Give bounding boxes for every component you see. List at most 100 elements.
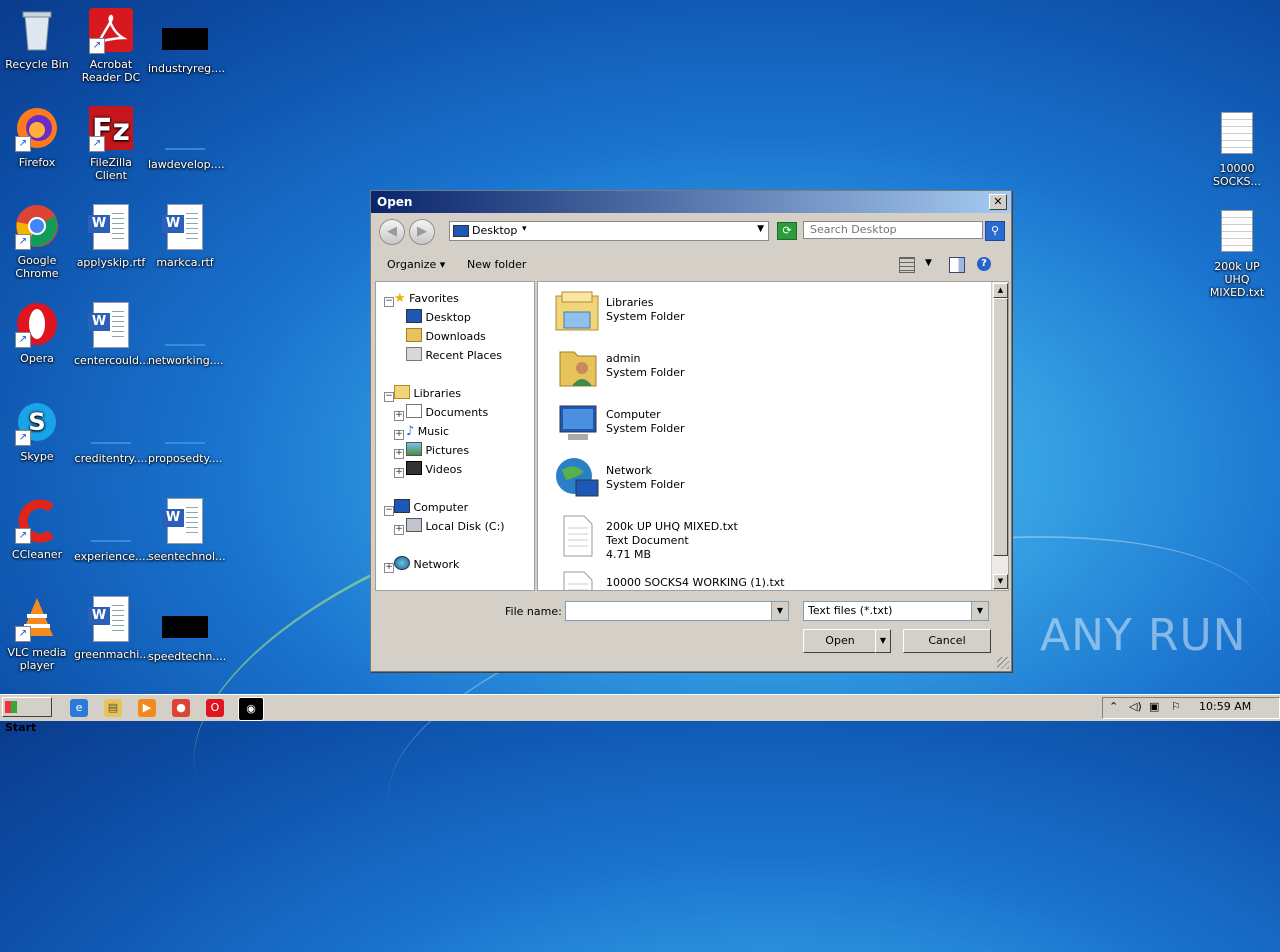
nav-libraries[interactable]: Libraries [394, 385, 461, 403]
expand-icon[interactable]: + [394, 449, 404, 459]
desktop-icon-label: 200k UP UHQ MIXED.txt [1209, 260, 1265, 299]
desktop-icon-skype[interactable]: S ↗ Skype [0, 398, 74, 463]
active-app-icon[interactable]: ◉ [238, 697, 264, 721]
expand-icon[interactable]: + [394, 430, 404, 440]
show-hidden-icons-icon[interactable]: ⌃ [1109, 700, 1118, 713]
desktop-icon-centercould[interactable]: W centercould... [74, 300, 149, 367]
desktop-icon-speedtechn[interactable]: speedtechn.... [148, 594, 226, 663]
nav-local-disk[interactable]: Local Disk (C:) [406, 518, 505, 536]
new-folder-button[interactable]: New folder [467, 258, 526, 271]
dialog-titlebar[interactable]: Open ✕ [371, 191, 1011, 213]
list-item[interactable]: Computer System Folder [554, 398, 954, 448]
desktop-icon-experience[interactable]: experience.... [74, 496, 149, 563]
preview-pane-icon[interactable] [949, 257, 965, 273]
start-button[interactable]: Start [2, 697, 52, 734]
list-item[interactable]: Libraries System Folder [554, 286, 954, 336]
desktop-icon-10000-socks[interactable]: 10000 SOCKS... [1200, 108, 1274, 188]
expand-icon[interactable]: + [394, 411, 404, 421]
open-dropdown-icon[interactable]: ▼ [875, 629, 891, 653]
desktop-icon-lawdevelop[interactable]: lawdevelop.... [148, 104, 225, 171]
expand-icon[interactable]: + [394, 525, 404, 535]
music-icon: ♪ [406, 424, 415, 439]
explorer-folder-icon[interactable]: ▤ [104, 699, 122, 717]
desktop-icon-applyskip[interactable]: W applyskip.rtf [74, 202, 148, 269]
collapse-icon[interactable]: − [384, 297, 394, 307]
chevron-down-icon[interactable]: ▼ [771, 602, 788, 620]
desktop-icon-proposedty[interactable]: proposedty.... [148, 398, 222, 465]
desktop-icon-firefox[interactable]: ↗ Firefox [0, 104, 74, 169]
view-dropdown-icon[interactable]: ▼ [925, 258, 932, 268]
desktop-icon-label: Firefox [18, 156, 56, 169]
desktop-icon-label: lawdevelop.... [148, 158, 225, 171]
desktop-icon-seentechnol[interactable]: W seentechnol... [148, 496, 226, 563]
downloads-icon [406, 328, 422, 342]
collapse-icon[interactable]: − [384, 392, 394, 402]
view-options-icon[interactable] [899, 257, 915, 273]
nav-downloads[interactable]: Downloads [406, 328, 486, 346]
search-icon[interactable]: ⚲ [985, 221, 1005, 241]
resize-grip[interactable] [997, 657, 1009, 669]
nav-recent-places[interactable]: Recent Places [406, 347, 502, 365]
nav-pictures[interactable]: Pictures [406, 442, 469, 460]
desktop-icon-opera[interactable]: ↗ Opera [0, 300, 74, 365]
desktop-icon-networking[interactable]: networking.... [148, 300, 224, 367]
desktop-icon-greenmachi[interactable]: W greenmachi... [74, 594, 150, 661]
network-icon [394, 556, 410, 570]
desktop-icon-recycle-bin[interactable]: Recycle Bin [0, 6, 74, 71]
internet-explorer-icon[interactable]: e [70, 699, 88, 717]
address-history-dropdown-icon[interactable]: ▼ [757, 224, 764, 234]
desktop-icon-industryreg[interactable]: industryreg.... [148, 6, 225, 75]
media-player-icon[interactable]: ▶ [138, 699, 156, 717]
nav-computer[interactable]: Computer [394, 499, 468, 517]
help-icon[interactable]: ? [977, 257, 991, 271]
scroll-up-icon[interactable]: ▲ [993, 283, 1008, 298]
address-bar[interactable]: Desktop ▾ ▼ [449, 221, 769, 241]
search-input[interactable] [803, 221, 983, 239]
desktop-icon-200k-up[interactable]: 200k UP UHQ MIXED.txt [1200, 206, 1274, 299]
desktop-icon-creditentry[interactable]: creditentry.... [74, 398, 148, 465]
back-button[interactable]: ◀ [379, 219, 405, 245]
breadcrumb-dropdown-icon[interactable]: ▾ [522, 224, 527, 234]
address-text: Desktop [472, 224, 518, 237]
collapse-icon[interactable]: − [384, 506, 394, 516]
vertical-scrollbar[interactable]: ▲ ▼ [991, 282, 1008, 590]
chrome-icon[interactable]: ● [172, 699, 190, 717]
scroll-thumb[interactable] [993, 298, 1008, 556]
expand-icon[interactable]: + [394, 468, 404, 478]
desktop-icon-acrobat[interactable]: ↗ Acrobat Reader DC [74, 6, 148, 84]
scroll-down-icon[interactable]: ▼ [993, 574, 1008, 589]
chevron-down-icon[interactable]: ▼ [971, 602, 988, 620]
list-item[interactable]: 10000 SOCKS4 WORKING (1).txt Text Docume… [554, 566, 954, 590]
clock[interactable]: 10:59 AM [1199, 700, 1251, 713]
desktop-icon-vlc[interactable]: ↗ VLC media player [0, 594, 74, 672]
nav-network[interactable]: Network [394, 556, 459, 574]
nav-favorites[interactable]: ★ Favorites [394, 290, 459, 308]
file-type-select[interactable]: Text files (*.txt) ▼ [803, 601, 989, 621]
expand-icon[interactable]: + [384, 563, 394, 573]
address-row: ◀ ▶ Desktop ▾ ▼ ⟳ ⚲ [371, 215, 1011, 245]
desktop-icon-chrome[interactable]: ↗ Google Chrome [0, 202, 74, 280]
opera-icon[interactable]: O [206, 699, 224, 717]
volume-icon[interactable]: ◁) [1129, 700, 1142, 713]
network-status-icon[interactable]: ▣ [1149, 700, 1159, 713]
nav-music[interactable]: ♪ Music [406, 423, 449, 441]
close-button[interactable]: ✕ [989, 194, 1007, 210]
open-button[interactable]: Open [803, 629, 877, 653]
nav-documents[interactable]: Documents [406, 404, 488, 422]
desktop-icon-filezilla[interactable]: Fz ↗ FileZilla Client [74, 104, 148, 182]
file-name-combo[interactable]: ▼ [565, 601, 789, 621]
nav-videos[interactable]: Videos [406, 461, 462, 479]
action-center-flag-icon[interactable]: ⚐ [1171, 700, 1181, 713]
desktop-icon-ccleaner[interactable]: ↗ CCleaner [0, 496, 74, 561]
list-item[interactable]: Network System Folder [554, 454, 954, 504]
organize-button[interactable]: Organize ▾ [387, 258, 445, 271]
refresh-button[interactable]: ⟳ [777, 222, 797, 240]
list-item[interactable]: 200k UP UHQ MIXED.txt Text Document 4.71… [554, 510, 954, 561]
forward-button[interactable]: ▶ [409, 219, 435, 245]
desktop-icon [406, 309, 422, 323]
desktop-icon-markca[interactable]: W markca.rtf [148, 202, 222, 269]
nav-desktop[interactable]: Desktop [406, 309, 471, 327]
text-file-icon [1221, 210, 1253, 252]
cancel-button[interactable]: Cancel [903, 629, 991, 653]
list-item[interactable]: admin System Folder [554, 342, 954, 392]
